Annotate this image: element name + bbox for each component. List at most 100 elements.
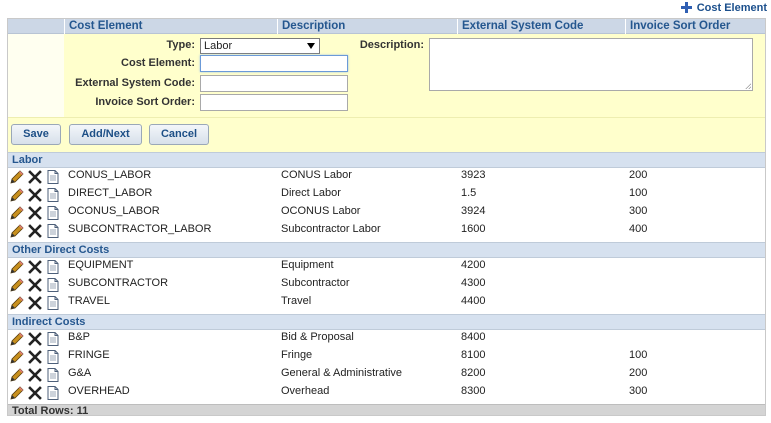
edit-pencil-icon[interactable] (9, 277, 25, 293)
row-actions (8, 295, 64, 311)
column-header-cost-element[interactable]: Cost Element (64, 19, 277, 34)
cost-element-input[interactable] (200, 55, 348, 72)
group-header: Indirect Costs (8, 314, 765, 330)
cell-sort: 400 (629, 223, 648, 235)
delete-x-icon[interactable] (27, 295, 43, 311)
table-row[interactable]: SUBCONTRACTOR_LABOR Subcontractor Labor 16… (8, 222, 765, 240)
table-row[interactable]: EQUIPMENT Equipment 4200 (8, 258, 765, 276)
cell-element: DIRECT_LABOR (68, 187, 153, 199)
edit-pencil-icon[interactable] (9, 187, 25, 203)
add-cost-element-link[interactable]: Cost Element (680, 0, 767, 15)
cell-description: Overhead (281, 385, 330, 397)
document-icon[interactable] (45, 367, 61, 383)
delete-x-icon[interactable] (27, 277, 43, 293)
delete-x-icon[interactable] (27, 385, 43, 401)
edit-pencil-icon[interactable] (9, 385, 25, 401)
row-actions (8, 223, 64, 239)
invoice-sort-order-label: Invoice Sort Order: (95, 96, 195, 108)
table-row[interactable]: G&A General & Administrative 8200 200 (8, 366, 765, 384)
delete-x-icon[interactable] (27, 169, 43, 185)
table-row[interactable]: B&P Bid & Proposal 8400 (8, 330, 765, 348)
cell-code: 8400 (461, 331, 486, 343)
edit-pencil-icon[interactable] (9, 259, 25, 275)
cell-element: SUBCONTRACTOR (68, 277, 169, 289)
cell-sort (625, 276, 765, 294)
edit-pencil-icon[interactable] (9, 223, 25, 239)
edit-pencil-icon[interactable] (9, 367, 25, 383)
table-row[interactable]: TRAVEL Travel 4400 (8, 294, 765, 312)
edit-pencil-icon[interactable] (9, 295, 25, 311)
cell-element: FRINGE (68, 349, 110, 361)
cell-code: 3923 (461, 169, 486, 181)
cell-sort: 100 (629, 349, 648, 361)
row-actions (8, 187, 64, 203)
form-button-bar: Save Add/Next Cancel (8, 117, 765, 155)
invoice-sort-order-input[interactable] (200, 94, 348, 111)
plus-icon (680, 2, 692, 13)
cell-element: SUBCONTRACTOR_LABOR (68, 223, 212, 235)
cell-element: OCONUS_LABOR (68, 205, 160, 217)
delete-x-icon[interactable] (27, 259, 43, 275)
add-cost-element-label: Cost Element (696, 1, 767, 14)
edit-pencil-icon[interactable] (9, 349, 25, 365)
cell-element: B&P (68, 331, 91, 343)
column-header-external-system-code[interactable]: External System Code (457, 19, 625, 34)
cell-description: Bid & Proposal (281, 331, 354, 343)
cell-code: 4300 (461, 277, 486, 289)
document-icon[interactable] (45, 187, 61, 203)
cell-sort (625, 330, 765, 348)
delete-x-icon[interactable] (27, 367, 43, 383)
resize-grip-icon[interactable] (745, 83, 751, 89)
cell-code: 4200 (461, 259, 486, 271)
document-icon[interactable] (45, 205, 61, 221)
row-actions (8, 331, 64, 347)
table-row[interactable]: SUBCONTRACTOR Subcontractor 4300 (8, 276, 765, 294)
cell-code: 8200 (461, 367, 486, 379)
cell-element: EQUIPMENT (68, 259, 134, 271)
cell-sort (625, 294, 765, 312)
delete-x-icon[interactable] (27, 331, 43, 347)
column-header-description[interactable]: Description (277, 19, 457, 34)
description-textarea[interactable] (429, 38, 753, 91)
table-row[interactable]: OCONUS_LABOR OCONUS Labor 3924 300 (8, 204, 765, 222)
document-icon[interactable] (45, 385, 61, 401)
document-icon[interactable] (45, 331, 61, 347)
cell-element: TRAVEL (68, 295, 110, 307)
column-header-invoice-sort-order[interactable]: Invoice Sort Order (625, 19, 765, 34)
edit-pencil-icon[interactable] (9, 205, 25, 221)
delete-x-icon[interactable] (27, 349, 43, 365)
document-icon[interactable] (45, 223, 61, 239)
cell-description: Subcontractor Labor (281, 223, 381, 235)
edit-pencil-icon[interactable] (9, 331, 25, 347)
external-system-code-label: External System Code: (75, 77, 195, 89)
document-icon[interactable] (45, 259, 61, 275)
edit-pencil-icon[interactable] (9, 169, 25, 185)
row-actions (8, 349, 64, 365)
document-icon[interactable] (45, 295, 61, 311)
delete-x-icon[interactable] (27, 187, 43, 203)
document-icon[interactable] (45, 169, 61, 185)
row-actions (8, 277, 64, 293)
chevron-down-icon (307, 43, 315, 49)
row-actions (8, 385, 64, 401)
cell-description: General & Administrative (281, 367, 403, 379)
table-row[interactable]: CONUS_LABOR CONUS Labor 3923 200 (8, 168, 765, 186)
document-icon[interactable] (45, 349, 61, 365)
document-icon[interactable] (45, 277, 61, 293)
top-toolbar: Cost Element (0, 0, 771, 18)
delete-x-icon[interactable] (27, 223, 43, 239)
save-button[interactable]: Save (11, 124, 61, 145)
table-row[interactable]: FRINGE Fringe 8100 100 (8, 348, 765, 366)
table-row[interactable]: DIRECT_LABOR Direct Labor 1.5 100 (8, 186, 765, 204)
cancel-button[interactable]: Cancel (149, 124, 209, 145)
cell-description: OCONUS Labor (281, 205, 361, 217)
cell-element: G&A (68, 367, 92, 379)
delete-x-icon[interactable] (27, 205, 43, 221)
cell-sort: 100 (629, 187, 648, 199)
external-system-code-input[interactable] (200, 75, 348, 92)
type-select[interactable]: Labor (200, 38, 320, 54)
row-actions (8, 367, 64, 383)
cell-sort (625, 258, 765, 276)
table-row[interactable]: OVERHEAD Overhead 8300 300 (8, 384, 765, 402)
add-next-button[interactable]: Add/Next (69, 124, 142, 145)
